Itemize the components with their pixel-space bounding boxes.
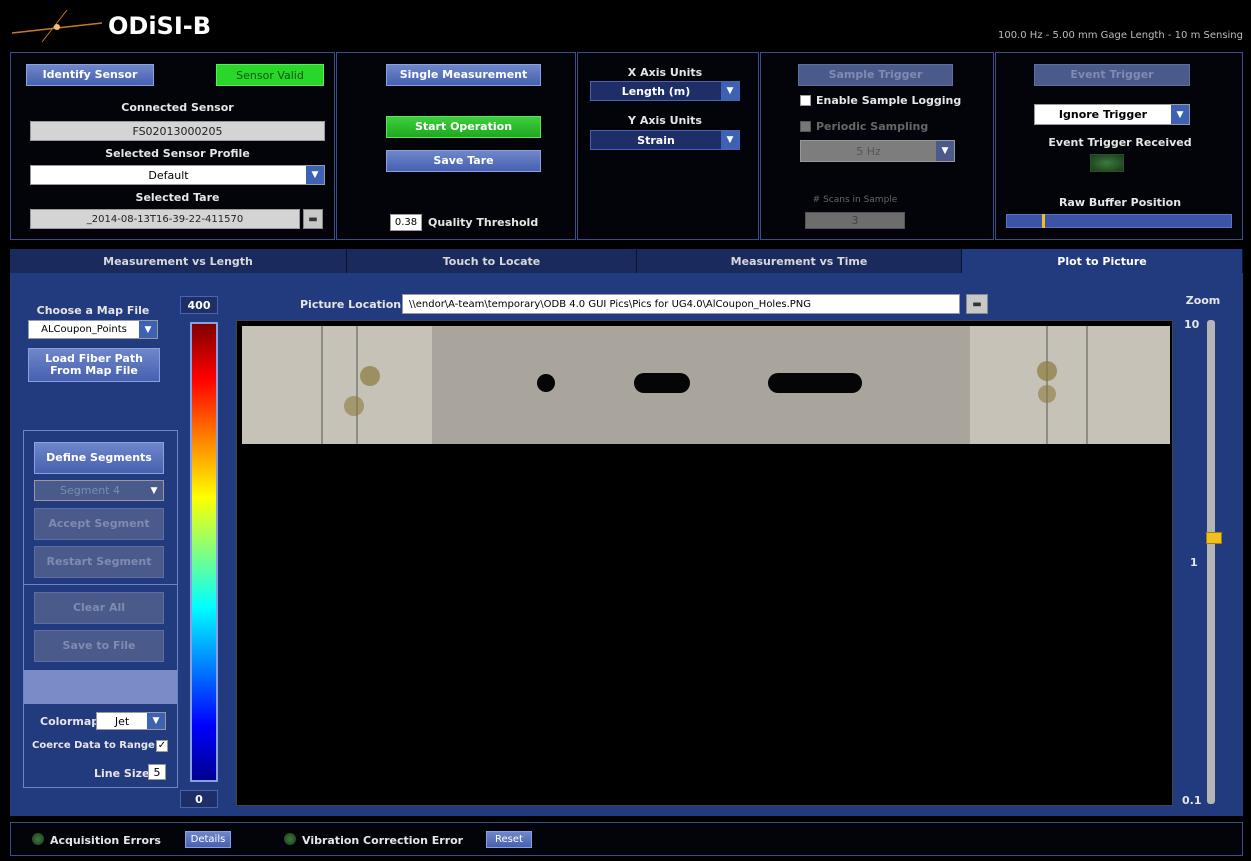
coupon-hole-large (768, 373, 862, 393)
tab-measurement-vs-time[interactable]: Measurement vs Time (637, 249, 962, 273)
raw-buffer-bar (1006, 214, 1232, 228)
line-size-input[interactable]: 5 (148, 764, 166, 780)
define-segments-button[interactable]: Define Segments (34, 442, 164, 474)
segment-value: Segment 4 (60, 484, 120, 497)
selected-tare-field: _2014-08-13T16-39-22-411570 (30, 209, 300, 229)
chevron-down-icon: ▼ (139, 321, 157, 338)
clear-all-button[interactable]: Clear All (34, 592, 164, 624)
raw-buffer-position-label: Raw Buffer Position (1058, 196, 1182, 209)
choose-map-file-label: Choose a Map File (36, 304, 150, 317)
restart-segment-button[interactable]: Restart Segment (34, 546, 164, 578)
segment-empty-area (24, 670, 177, 704)
enable-logging-label: Enable Sample Logging (816, 94, 962, 107)
color-scale-bar (190, 322, 218, 782)
chevron-down-icon: ▼ (1171, 105, 1189, 124)
picture-location-input[interactable]: \\endor\A-team\temporary\ODB 4.0 GUI Pic… (402, 294, 960, 314)
zoom-slider-handle[interactable] (1206, 532, 1222, 544)
scale-max-value[interactable]: 400 (180, 296, 218, 314)
periodic-sampling-label: Periodic Sampling (816, 120, 929, 133)
coerce-range-label: Coerce Data to Range (32, 740, 155, 751)
y-axis-units-label: Y Axis Units (628, 114, 702, 127)
colormap-value: Jet (114, 714, 130, 728)
accept-segment-button[interactable]: Accept Segment (34, 508, 164, 540)
selected-tare-label: Selected Tare (135, 191, 220, 204)
line-size-label: Line Size (94, 767, 150, 780)
single-measurement-button[interactable]: Single Measurement (386, 64, 541, 86)
reset-button[interactable]: Reset (486, 831, 532, 848)
acquisition-errors-label: Acquisition Errors (50, 834, 161, 847)
load-fiber-path-button[interactable]: Load Fiber Path From Map File (28, 348, 160, 382)
coupon-picture (242, 326, 1170, 444)
colormap-select[interactable]: Jet ▼ (96, 712, 166, 730)
vibration-error-led (284, 833, 296, 845)
sensor-profile-select[interactable]: Default ▼ (30, 165, 325, 185)
header-info: 100.0 Hz - 5.00 mm Gage Length - 10 m Se… (998, 30, 1243, 41)
picture-folder-icon[interactable]: ▬ (966, 294, 988, 314)
raw-buffer-marker (1042, 214, 1046, 228)
coerce-range-checkbox[interactable]: ✓ (156, 740, 168, 752)
sensor-profile-value: Default (148, 168, 189, 182)
chevron-down-icon: ▼ (936, 141, 954, 161)
tab-measurement-vs-length[interactable]: Measurement vs Length (10, 249, 347, 273)
coupon-left-grip (242, 326, 432, 444)
save-tare-button[interactable]: Save Tare (386, 150, 541, 172)
y-axis-units-value: Strain (637, 133, 675, 147)
coupon-right-grip (970, 326, 1170, 444)
event-trigger-button[interactable]: Event Trigger (1034, 64, 1190, 86)
chevron-down-icon: ▼ (721, 131, 739, 149)
scans-in-sample-label: # Scans in Sample (812, 195, 898, 205)
scale-min-value[interactable]: 0 (180, 790, 218, 808)
scans-in-sample-field[interactable]: 3 (805, 212, 905, 229)
zoom-min-label: 0.1 (1182, 794, 1202, 807)
enable-logging-checkbox[interactable] (800, 95, 811, 106)
chevron-down-icon: ▼ (721, 82, 739, 100)
sensor-valid-indicator: Sensor Valid (216, 64, 324, 86)
coupon-center (432, 326, 970, 444)
sample-trigger-button[interactable]: Sample Trigger (798, 64, 953, 86)
zoom-label: Zoom (1185, 294, 1221, 307)
zoom-max-label: 10 (1184, 318, 1200, 331)
tab-plot-to-picture[interactable]: Plot to Picture (962, 249, 1243, 273)
quality-threshold-input[interactable]: 0.38 (390, 214, 422, 231)
quality-threshold-label: Quality Threshold (428, 216, 539, 229)
odisi-logo-icon (12, 9, 102, 43)
chevron-down-icon: ▼ (145, 481, 163, 500)
map-file-value: ALCoupon_Points (41, 324, 127, 335)
segment-select[interactable]: Segment 4 ▼ (34, 480, 164, 501)
start-operation-button[interactable]: Start Operation (386, 116, 541, 138)
y-axis-units-select[interactable]: Strain ▼ (590, 130, 740, 150)
details-button[interactable]: Details (185, 831, 231, 848)
acquisition-errors-led (32, 833, 44, 845)
sample-rate-value: 5 Hz (856, 144, 881, 158)
app-title: ODiSI-B (108, 12, 212, 40)
event-trigger-received-label: Event Trigger Received (1048, 136, 1192, 149)
connected-sensor-label: Connected Sensor (121, 101, 234, 114)
chevron-down-icon: ▼ (147, 713, 165, 729)
picture-location-label: Picture Location (300, 298, 402, 311)
tare-folder-icon[interactable]: ▬ (303, 209, 323, 229)
event-trigger-led (1090, 154, 1124, 172)
event-trigger-mode-value: Ignore Trigger (1058, 108, 1148, 121)
coupon-hole-medium (634, 373, 690, 393)
tab-touch-to-locate[interactable]: Touch to Locate (347, 249, 637, 273)
title-bar: ODiSI-B 100.0 Hz - 5.00 mm Gage Length -… (0, 0, 1251, 50)
identify-sensor-button[interactable]: Identify Sensor (26, 64, 154, 86)
event-trigger-mode-select[interactable]: Ignore Trigger ▼ (1034, 104, 1190, 125)
connected-sensor-field: FS02013000205 (30, 121, 325, 141)
sample-rate-select[interactable]: 5 Hz ▼ (800, 140, 955, 162)
chevron-down-icon: ▼ (306, 166, 324, 184)
x-axis-units-select[interactable]: Length (m) ▼ (590, 81, 740, 101)
zoom-mid-label: 1 (1190, 556, 1198, 569)
zoom-slider-track[interactable] (1207, 320, 1215, 804)
x-axis-units-label: X Axis Units (627, 66, 703, 79)
periodic-sampling-checkbox[interactable] (800, 121, 811, 132)
segment-divider (24, 584, 177, 585)
coupon-hole-small (537, 374, 555, 392)
vibration-correction-error-label: Vibration Correction Error (302, 834, 464, 847)
sensor-profile-label: Selected Sensor Profile (105, 147, 250, 160)
save-to-file-button[interactable]: Save to File (34, 630, 164, 662)
map-file-select[interactable]: ALCoupon_Points ▼ (28, 320, 158, 339)
colormap-label: Colormap (40, 715, 100, 728)
x-axis-units-value: Length (m) (621, 84, 691, 98)
